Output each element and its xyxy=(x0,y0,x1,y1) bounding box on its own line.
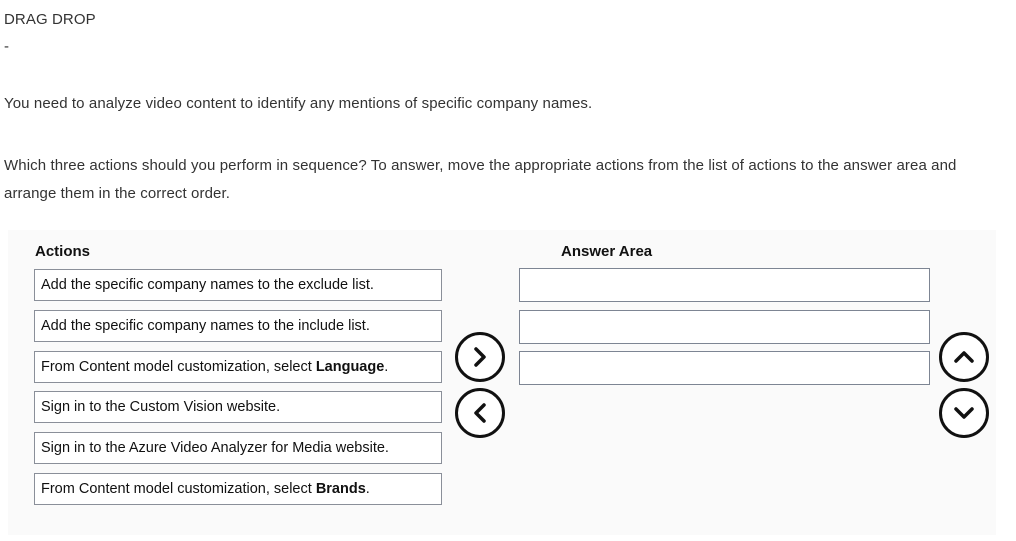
move-down-button[interactable] xyxy=(939,388,989,438)
action-item-select-brands[interactable]: From Content model customization, select… xyxy=(34,473,442,505)
action-item-include-list[interactable]: Add the specific company names to the in… xyxy=(34,310,442,342)
question-scenario: You need to analyze video content to ide… xyxy=(4,95,593,112)
action-item-suffix: . xyxy=(365,481,370,497)
question-type-label: DRAG DROP xyxy=(4,11,96,28)
action-item-bold-text: Language xyxy=(315,359,385,375)
answer-slot-2[interactable] xyxy=(519,310,930,344)
chevron-left-icon xyxy=(474,403,486,423)
answer-slot-1[interactable] xyxy=(519,268,930,302)
action-item-custom-vision-signin[interactable]: Sign in to the Custom Vision website. xyxy=(34,391,442,423)
action-item-text: Add the specific company names to the ex… xyxy=(41,277,374,293)
action-item-text: Sign in to the Azure Video Analyzer for … xyxy=(41,440,389,456)
action-item-text: From Content model customization, select xyxy=(41,359,312,375)
question-dash: - xyxy=(4,38,10,55)
action-item-suffix: . xyxy=(384,359,389,375)
action-item-text: Sign in to the Custom Vision website. xyxy=(41,399,281,415)
chevron-up-icon xyxy=(954,351,974,363)
action-item-bold-text: Brands xyxy=(315,481,366,497)
chevron-right-icon xyxy=(474,347,486,367)
actions-heading: Actions xyxy=(35,243,91,260)
answer-slot-3[interactable] xyxy=(519,351,930,385)
question-instruction: Which three actions should you perform i… xyxy=(4,157,957,202)
action-item-select-language[interactable]: From Content model customization, select… xyxy=(34,351,442,383)
action-item-video-analyzer-signin[interactable]: Sign in to the Azure Video Analyzer for … xyxy=(34,432,442,464)
answer-area-heading: Answer Area xyxy=(561,243,653,260)
action-item-text: From Content model customization, select xyxy=(41,481,312,497)
action-item-text: Add the specific company names to the in… xyxy=(41,318,370,334)
move-right-button[interactable] xyxy=(455,332,505,382)
chevron-down-icon xyxy=(954,407,974,419)
move-left-button[interactable] xyxy=(455,388,505,438)
action-item-exclude-list[interactable]: Add the specific company names to the ex… xyxy=(34,269,442,301)
move-up-button[interactable] xyxy=(939,332,989,382)
